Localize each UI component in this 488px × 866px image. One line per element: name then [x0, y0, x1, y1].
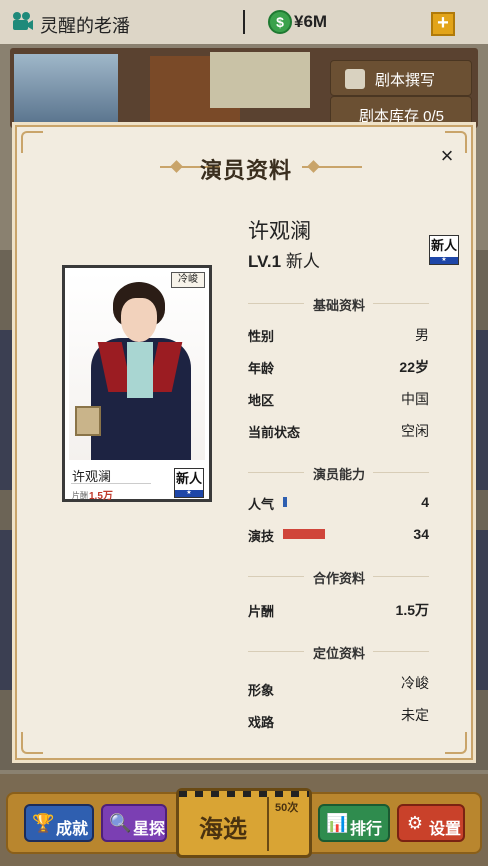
podium-icon: 📊 — [326, 813, 349, 833]
corner-ornament — [21, 732, 43, 754]
fee-value: 1.5万 — [395, 602, 429, 618]
age-value: 22岁 — [399, 359, 429, 375]
divider — [267, 797, 269, 851]
image-tag: 冷峻 — [171, 272, 205, 288]
gear-icon: ⚙ — [406, 813, 424, 833]
acting-label: 演技 — [248, 529, 275, 544]
ranking-button[interactable]: 📊 排行 — [318, 804, 390, 842]
region-label: 地区 — [248, 393, 275, 408]
audition-count: 50次 — [275, 802, 299, 814]
fee-label: 片酬 — [248, 604, 275, 619]
scout-button[interactable]: 🔍 星探 — [101, 804, 167, 842]
acting-value: 34 — [413, 526, 429, 542]
corner-ornament — [21, 131, 43, 153]
clapperboard-stripe — [179, 791, 309, 797]
image-label: 形象 — [248, 683, 275, 698]
divider — [243, 10, 245, 34]
role-label: 戏路 — [248, 715, 275, 730]
gender-label: 性别 — [248, 329, 275, 344]
board-image — [210, 52, 310, 108]
popularity-value: 4 — [421, 494, 429, 510]
popularity-bar — [283, 497, 287, 507]
script-write-button[interactable]: 剧本撰写 — [330, 60, 472, 96]
role-value: 未定 — [401, 707, 429, 723]
actor-portrait — [69, 272, 205, 460]
window-image — [14, 54, 118, 128]
region-value: 中国 — [401, 391, 429, 407]
image-value: 冷峻 — [401, 675, 429, 691]
rookie-badge: 新人 ★ — [174, 468, 204, 498]
magnifier-icon: 🔍 — [109, 813, 132, 833]
money-amount: ¥6M — [294, 12, 328, 31]
divider — [71, 483, 151, 484]
section-cooperation-title: 合作资料 — [312, 571, 365, 586]
add-money-button[interactable]: + — [431, 12, 455, 36]
actor-level: LV.1 新人 — [248, 252, 320, 271]
film-camera-icon — [13, 12, 33, 30]
trophy-icon: 🏆 — [32, 813, 55, 833]
status-label: 当前状态 — [248, 425, 301, 440]
status-value: 空闲 — [401, 423, 429, 439]
settings-button[interactable]: ⚙ 设置 — [397, 804, 465, 842]
audition-button[interactable]: 海选 50次 — [176, 788, 312, 858]
pen-icon — [345, 69, 365, 89]
dollar-coin-icon: $ — [268, 10, 292, 34]
corner-ornament — [445, 732, 467, 754]
star-icon: ★ — [175, 490, 203, 497]
actor-card: 冷峻 许观澜 片酬 1.5万 新人 ★ — [62, 265, 212, 502]
close-button[interactable]: × — [437, 145, 457, 167]
dialog-title: 演员资料 — [199, 158, 292, 183]
studio-name: 灵醒的老潘 — [40, 16, 130, 36]
section-positioning-title: 定位资料 — [312, 646, 365, 661]
card-fee-value: 1.5万 — [89, 491, 113, 502]
actor-profile-dialog: 演员资料 × 冷峻 许观澜 片酬 1.5万 新人 ★ 许观澜 LV.1 新人 新… — [15, 125, 473, 760]
age-label: 年龄 — [248, 361, 275, 376]
top-bar: 灵醒的老潘 $ ¥6M + — [0, 0, 488, 44]
achievements-button[interactable]: 🏆 成就 — [24, 804, 94, 842]
star-icon: ★ — [430, 257, 458, 264]
rookie-badge: 新人 ★ — [429, 235, 459, 265]
actor-name: 许观澜 — [248, 220, 311, 243]
gender-value: 男 — [415, 327, 429, 343]
section-basic-title: 基础资料 — [312, 298, 365, 313]
card-fee-label: 片酬 — [72, 491, 88, 500]
popularity-label: 人气 — [248, 497, 275, 512]
section-ability-title: 演员能力 — [312, 467, 365, 482]
